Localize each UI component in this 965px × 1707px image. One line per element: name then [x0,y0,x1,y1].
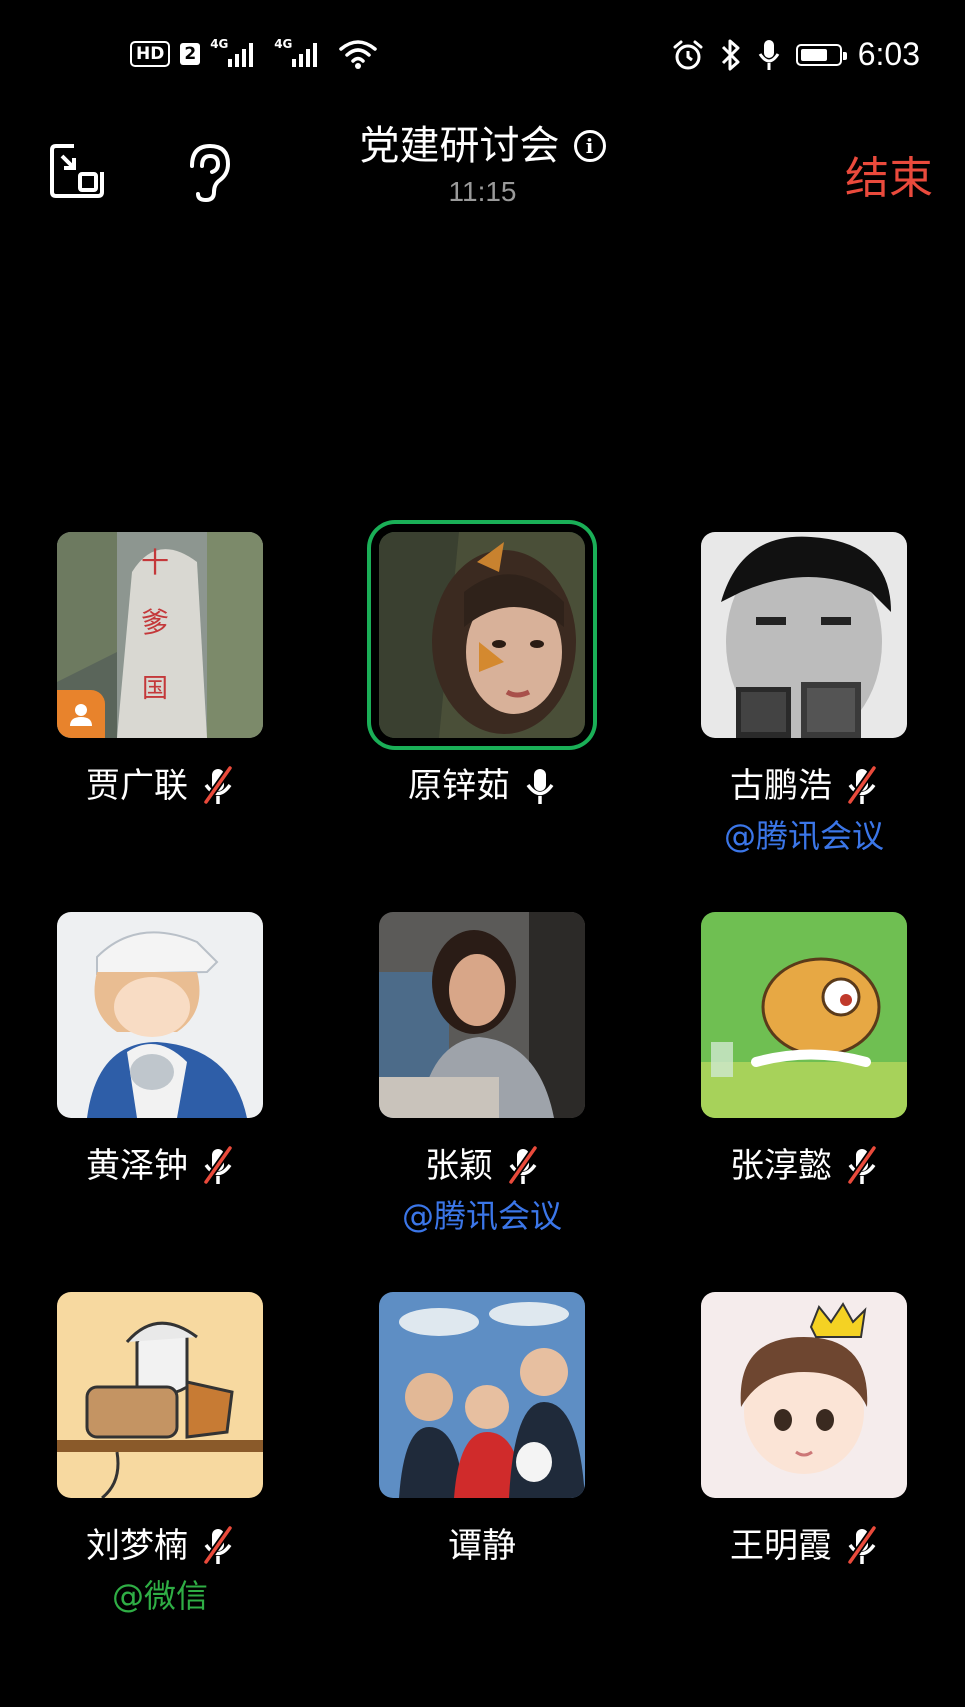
participant-name: 刘梦楠 [86,1526,188,1566]
mic-muted-icon [203,766,233,805]
mic-muted-icon [847,766,877,805]
cellular-signal-icon-2: 4G [274,37,328,69]
mic-muted-icon [203,1146,233,1185]
mic-muted-icon [508,1146,538,1185]
meeting-duration: 11:15 [448,176,517,207]
mic-on-icon [526,769,554,804]
participant-tile[interactable]: 黄泽钟 [0,912,320,1188]
participant-tile[interactable]: 谭静 [322,1292,642,1568]
participant-name: 贾广联 [86,766,188,806]
participant-tile[interactable]: 王明霞 [644,1292,964,1568]
avatar [701,1292,907,1498]
participant-tile[interactable]: 原锌茹 [322,532,642,808]
avatar [57,912,263,1118]
cellular-signal-icon: 4G [210,37,264,69]
participant-source-tag: @腾讯会议 [723,817,884,855]
participant-tile[interactable]: 刘梦楠 @微信 [0,1292,320,1618]
mic-muted-icon [847,1146,877,1185]
avatar [379,1292,585,1498]
avatar: 十 爹 国 [57,532,263,738]
avatar [379,912,585,1118]
host-badge [57,690,105,738]
mic-muted-icon [203,1526,233,1565]
participant-name: 谭静 [448,1526,516,1566]
participant-tile[interactable]: 十 爹 国 贾广联 [0,532,320,808]
meeting-header: 党建研讨会 i 11:15 [0,118,965,208]
participant-name: 王明霞 [730,1526,832,1566]
mic-muted-icon [847,1526,877,1565]
avatar-speaking [379,532,585,738]
participant-name: 古鹏浩 [730,766,832,806]
avatar [701,532,907,738]
hd-voice-badge: HD [130,41,171,67]
status-time: 6:03 [857,36,920,72]
avatar [57,1292,263,1498]
network-type-label: 4G [210,37,229,51]
svg-text:爹: 爹 [141,606,169,639]
svg-text:国: 国 [142,674,168,704]
info-icon[interactable]: i [573,130,606,162]
meeting-title: 党建研讨会 [359,123,560,169]
bluetooth-icon [721,39,740,70]
status-bar: HD 2 4G 4G 6:03 [0,0,965,120]
avatar [701,912,907,1118]
participant-tile[interactable]: 张淳懿 [644,912,964,1188]
participant-tile[interactable]: 张颖 @腾讯会议 [322,912,642,1238]
participant-name: 张淳懿 [730,1146,832,1186]
sim-badge: 2 [180,43,201,65]
participant-name: 黄泽钟 [86,1146,188,1186]
participant-name: 张颖 [425,1146,493,1186]
participant-name: 原锌茹 [408,766,510,806]
participant-tile[interactable]: 古鹏浩 @腾讯会议 [644,532,964,858]
network-type-label-2: 4G [274,37,293,51]
host-icon [70,704,92,726]
alarm-icon [673,40,703,69]
participant-source-tag: @微信 [111,1577,208,1615]
battery-icon [795,43,847,66]
microphone-icon [758,39,779,70]
end-meeting-button[interactable]: 结束 [845,142,933,206]
participant-source-tag: @腾讯会议 [401,1197,562,1235]
wifi-icon [339,40,377,69]
svg-text:十: 十 [141,546,169,579]
